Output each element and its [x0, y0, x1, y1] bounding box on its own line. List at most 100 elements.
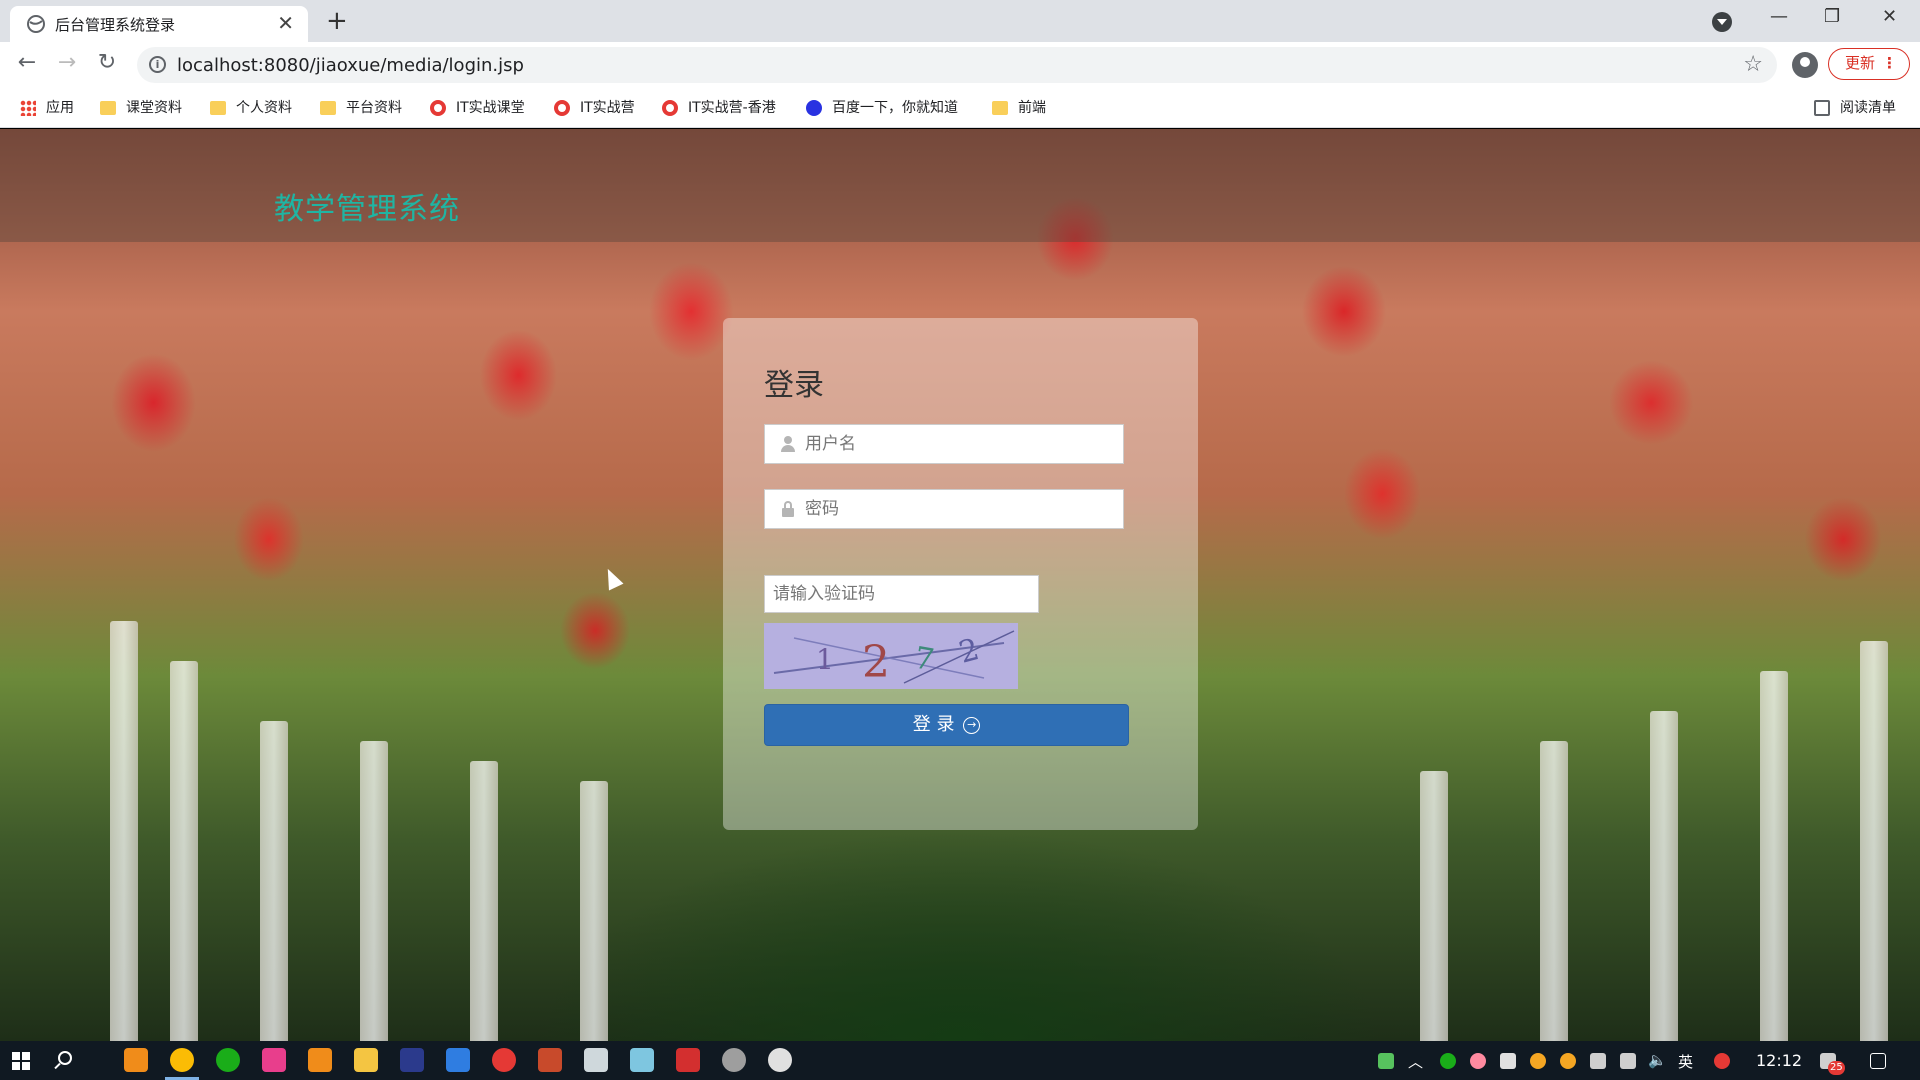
browser-tab[interactable]: 后台管理系统登录 ✕ — [10, 6, 308, 42]
bookmark-it-camp-hk[interactable]: IT实战营-香港 — [662, 98, 776, 118]
folder-icon — [320, 101, 336, 115]
reload-icon[interactable]: ↻ — [92, 50, 122, 75]
settings-gear-icon[interactable] — [722, 1048, 746, 1072]
background-decoration — [1540, 741, 1568, 1041]
background-decoration — [360, 741, 388, 1041]
captcha-char: 7 — [912, 641, 937, 679]
username-field[interactable] — [764, 424, 1124, 464]
site-title: 教学管理系统 — [274, 192, 460, 227]
folder-icon — [992, 101, 1008, 115]
wechat-icon[interactable] — [216, 1048, 240, 1072]
it-shield-icon — [662, 100, 678, 116]
network-icon[interactable] — [1620, 1053, 1636, 1069]
captcha-input[interactable] — [773, 576, 1033, 612]
ide-icon[interactable] — [400, 1048, 424, 1072]
bookmark-it-classroom[interactable]: IT实战课堂 — [430, 98, 525, 118]
it-shield-icon — [554, 100, 570, 116]
app-icon[interactable] — [584, 1048, 608, 1072]
wechat-tray-icon[interactable] — [1440, 1053, 1456, 1069]
username-input[interactable] — [805, 425, 1115, 463]
app-icon[interactable] — [492, 1048, 516, 1072]
qq-icon[interactable] — [1560, 1053, 1576, 1069]
background-decoration — [1650, 711, 1678, 1041]
notification-badge: 25 — [1828, 1061, 1845, 1075]
menu-dots-icon: ⋮ — [1882, 54, 1897, 72]
app-icon[interactable] — [446, 1048, 470, 1072]
bookmark-frontend[interactable]: 前端 — [992, 98, 1046, 118]
background-decoration — [580, 781, 608, 1041]
lock-icon — [781, 501, 795, 517]
action-center-icon[interactable] — [1870, 1053, 1886, 1069]
bookmark-platform-materials[interactable]: 平台资料 — [320, 98, 402, 118]
ime-indicator[interactable]: 英 — [1678, 1051, 1693, 1072]
background-decoration — [1760, 671, 1788, 1041]
app-icon[interactable] — [538, 1048, 562, 1072]
tray-app-icon[interactable] — [1378, 1053, 1394, 1069]
info-icon[interactable]: i — [149, 56, 166, 73]
bookmark-apps[interactable]: 应用 — [20, 98, 74, 118]
background-decoration — [470, 761, 498, 1041]
captcha-char: 1 — [816, 643, 834, 676]
reading-list[interactable]: 阅读清单 — [1814, 98, 1896, 118]
back-arrow-icon[interactable]: ← — [12, 50, 42, 75]
bookmark-class-materials[interactable]: 课堂资料 — [100, 98, 182, 118]
restore-button[interactable]: ❐ — [1824, 6, 1840, 27]
battery-icon[interactable] — [1590, 1053, 1606, 1069]
sogou-icon[interactable] — [1714, 1053, 1730, 1069]
background-decoration — [110, 621, 138, 1041]
tab-search-icon[interactable] — [1712, 12, 1732, 32]
profile-avatar-icon[interactable] — [1792, 52, 1818, 78]
microphone-icon[interactable] — [1500, 1053, 1516, 1069]
captcha-graphic: 1 2 7 2 — [773, 630, 1015, 688]
tray-expand-icon[interactable]: ︿ — [1408, 1051, 1423, 1072]
apps-icon — [20, 100, 36, 116]
address-bar[interactable]: i localhost:8080/jiaoxue/media/login.jsp… — [137, 47, 1777, 83]
password-input[interactable] — [805, 490, 1115, 528]
captcha-char: 2 — [955, 632, 983, 671]
minimize-button[interactable]: — — [1770, 6, 1788, 27]
login-button-label: 登 录 — [912, 714, 955, 735]
windows-start-icon[interactable] — [12, 1052, 30, 1070]
user-icon — [781, 436, 795, 452]
login-heading: 登录 — [764, 368, 824, 403]
folder-icon — [100, 101, 116, 115]
captcha-field[interactable] — [764, 575, 1039, 613]
volume-icon[interactable]: 🔈 — [1648, 1051, 1667, 1069]
password-field[interactable] — [764, 489, 1124, 529]
address-url[interactable]: localhost:8080/jiaoxue/media/login.jsp — [177, 55, 524, 76]
bookmark-personal-materials[interactable]: 个人资料 — [210, 98, 292, 118]
update-button[interactable]: 更新 ⋮ — [1828, 48, 1910, 80]
taskbar-clock[interactable]: 12:12 — [1756, 1051, 1802, 1070]
it-shield-icon — [430, 100, 446, 116]
chrome-icon[interactable] — [170, 1048, 194, 1072]
new-tab-button[interactable]: + — [326, 6, 348, 36]
app-icon[interactable] — [262, 1048, 286, 1072]
close-window-button[interactable]: ✕ — [1882, 6, 1897, 27]
mouse-cursor-icon — [600, 565, 624, 591]
folder-icon — [210, 101, 226, 115]
bookmark-it-camp[interactable]: IT实战营 — [554, 98, 635, 118]
bookmark-baidu[interactable]: 百度一下，你就知道 — [806, 98, 958, 118]
forward-arrow-icon[interactable]: → — [52, 50, 82, 75]
captcha-image[interactable]: 1 2 7 2 — [764, 623, 1018, 689]
tray-app-icon[interactable] — [1470, 1053, 1486, 1069]
reading-list-icon — [1814, 100, 1830, 116]
windows-taskbar: ︿ 🔈 英 12:12 25 — [0, 1041, 1920, 1080]
baidu-paw-icon — [806, 100, 822, 116]
tab-close-icon[interactable]: ✕ — [277, 12, 294, 34]
app-icon[interactable] — [630, 1048, 654, 1072]
login-button[interactable]: 登 录 → — [764, 704, 1129, 746]
background-decoration — [170, 661, 198, 1041]
chat-icon[interactable] — [768, 1048, 792, 1072]
search-icon[interactable] — [58, 1051, 72, 1065]
update-label: 更新 — [1845, 54, 1876, 72]
qq-icon[interactable] — [1530, 1053, 1546, 1069]
app-icon[interactable] — [124, 1048, 148, 1072]
app-icon[interactable] — [308, 1048, 332, 1072]
background-decoration — [260, 721, 288, 1041]
file-explorer-icon[interactable] — [354, 1048, 378, 1072]
captcha-char: 2 — [862, 637, 890, 688]
wps-icon[interactable] — [676, 1048, 700, 1072]
bookmarks-bar: 应用 课堂资料 个人资料 平台资料 IT实战课堂 IT实战营 IT实战营-香港 … — [0, 88, 1920, 128]
bookmark-star-icon[interactable]: ☆ — [1743, 52, 1763, 77]
